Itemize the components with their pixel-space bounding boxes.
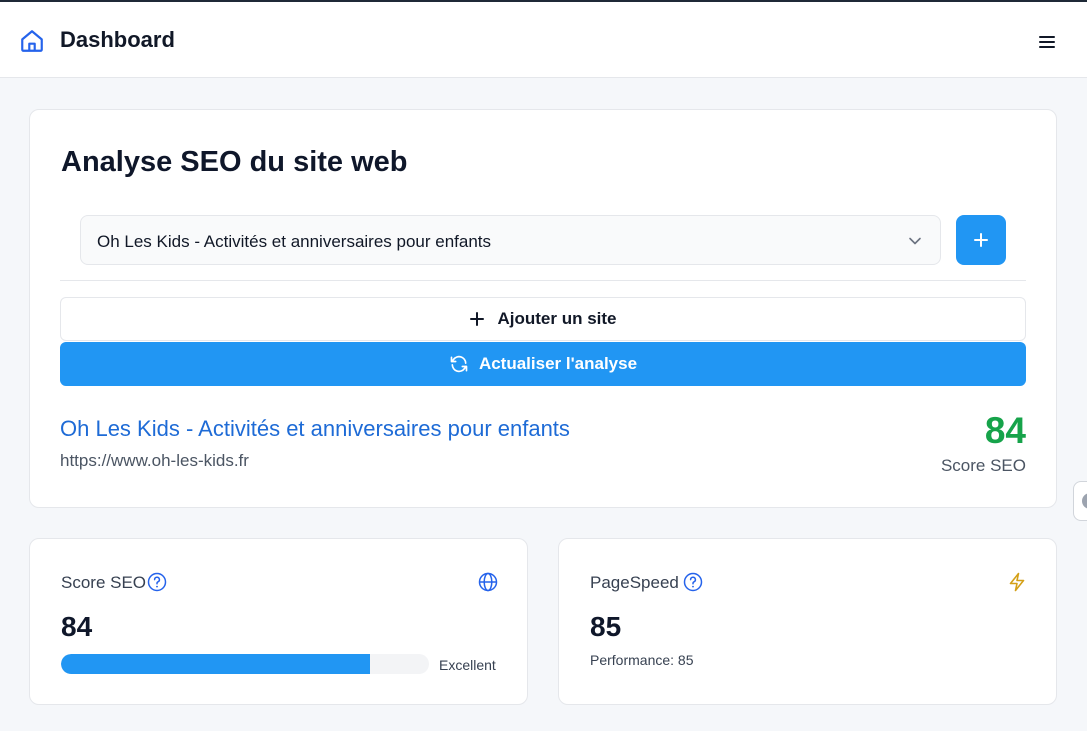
seo-score-card: Score SEO 84 Excellent [29, 538, 528, 705]
help-icon[interactable] [147, 572, 167, 592]
site-name-link[interactable]: Oh Les Kids - Activités et anniversaires… [60, 416, 570, 442]
plus-icon [470, 312, 485, 326]
section-title: Analyse SEO du site web [61, 146, 408, 178]
refresh-label: Actualiser l'analyse [478, 354, 638, 373]
seo-progress-bar [61, 654, 429, 674]
lightning-icon [1009, 572, 1025, 592]
performance-text: Performance: 85 [590, 652, 694, 668]
hamburger-menu-icon[interactable] [1037, 33, 1057, 51]
refresh-icon [450, 355, 468, 373]
divider [60, 280, 1026, 281]
site-url: https://www.oh-les-kids.fr [60, 451, 249, 470]
side-panel-handle[interactable] [1073, 481, 1087, 521]
page-title: Dashboard [60, 27, 175, 52]
add-site-button[interactable]: Ajouter un site [60, 297, 1026, 341]
pagespeed-card-label: PageSpeed [590, 573, 679, 592]
home-icon[interactable] [19, 28, 45, 54]
add-site-icon-button[interactable] [956, 215, 1006, 265]
plus-icon [974, 233, 988, 247]
seo-score-label: Score SEO [940, 456, 1026, 475]
chevron-down-icon [909, 237, 921, 245]
top-bar: Dashboard [0, 2, 1087, 78]
seo-card-value: 84 [61, 611, 93, 642]
site-select[interactable]: Oh Les Kids - Activités et anniversaires… [80, 215, 941, 265]
seo-analysis-card: Analyse SEO du site web Oh Les Kids - Ac… [29, 109, 1057, 508]
add-site-label: Ajouter un site [497, 309, 617, 328]
globe-icon [478, 572, 498, 592]
handle-dot [1082, 493, 1087, 509]
help-icon[interactable] [683, 572, 703, 592]
pagespeed-card-value: 85 [590, 611, 622, 642]
refresh-analysis-button[interactable]: Actualiser l'analyse [60, 342, 1026, 386]
site-select-value: Oh Les Kids - Activités et anniversaires… [97, 232, 492, 251]
seo-progress-fill [61, 654, 371, 674]
seo-rating-label: Excellent [439, 657, 496, 673]
seo-score-value: 84 [984, 410, 1026, 451]
seo-card-label: Score SEO [61, 573, 147, 592]
pagespeed-card: PageSpeed 85 Performance: 85 [558, 538, 1057, 705]
